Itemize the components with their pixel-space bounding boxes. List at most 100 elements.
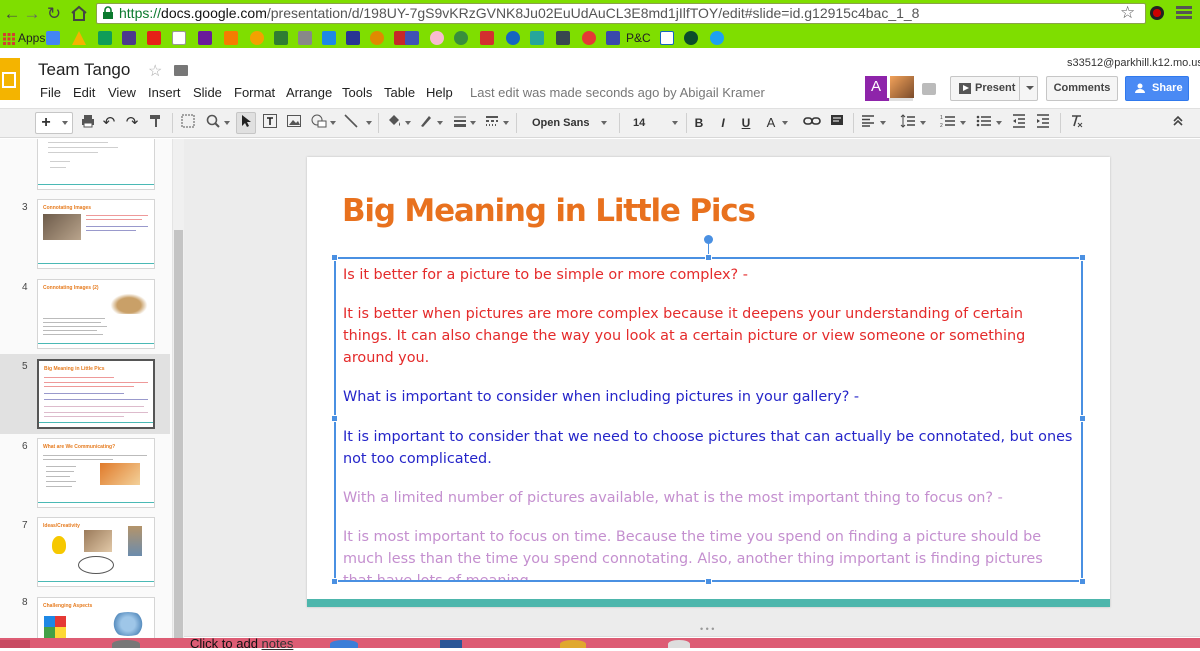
bitmoji-bookmark-icon[interactable] (370, 31, 384, 45)
menu-edit[interactable]: Edit (73, 85, 95, 100)
mp3-bookmark-icon[interactable] (298, 31, 312, 45)
taskbar-windows-icon[interactable] (440, 640, 462, 648)
notes-resize-grip[interactable]: • • • (700, 624, 714, 634)
resize-handle-top[interactable] (705, 254, 712, 261)
forward-arrow-icon[interactable]: → (22, 4, 42, 24)
line-spacing-dropdown-icon[interactable] (920, 121, 926, 125)
bold-button[interactable]: B (692, 114, 706, 132)
bookmark-star-icon[interactable]: ☆ (1120, 3, 1135, 23)
address-bar[interactable]: https://docs.google.com/presentation/d/1… (96, 3, 1146, 24)
pc-bookmark-label[interactable]: P&C (626, 31, 651, 45)
border-weight-icon[interactable] (452, 114, 468, 132)
folder-icon[interactable] (174, 65, 188, 76)
menu-insert[interactable]: Insert (148, 85, 181, 100)
font-family-dropdown-icon[interactable] (601, 121, 607, 125)
collaborator-avatar[interactable]: A (865, 76, 887, 98)
resize-handle-top-left[interactable] (331, 254, 338, 261)
paint-format-icon[interactable] (148, 114, 164, 132)
redo-icon[interactable]: ↷ (124, 114, 140, 132)
app-bookmark-icon[interactable] (198, 31, 212, 45)
docs-bookmark-icon[interactable] (405, 31, 419, 45)
underline-button[interactable]: U (739, 114, 753, 132)
kahoot-bookmark-icon[interactable] (322, 31, 336, 45)
bulleted-list-icon[interactable] (976, 114, 992, 132)
globe-bookmark-icon[interactable] (454, 31, 468, 45)
youtube-bookmark-icon[interactable] (147, 31, 161, 45)
home-icon[interactable] (70, 5, 88, 21)
slide-thumbnail-7[interactable]: Ideas/Creativity (37, 517, 155, 587)
print-icon[interactable] (80, 114, 96, 132)
star-icon[interactable]: ☆ (148, 61, 162, 81)
p-bookmark-icon[interactable] (346, 31, 360, 45)
sun-bookmark-icon[interactable] (250, 31, 264, 45)
present-button[interactable]: Present (950, 76, 1038, 101)
slide-thumbnail-2[interactable] (37, 139, 155, 190)
collapse-toolbar-icon[interactable] (1170, 114, 1186, 132)
slide-paragraph-question-3[interactable]: With a limited number of pictures availa… (343, 487, 1073, 509)
classroom-bookmark-icon[interactable] (98, 31, 112, 45)
reload-icon[interactable]: ↻ (44, 4, 64, 24)
slide-thumbnail-6[interactable]: What are We Communicating? (37, 438, 155, 508)
align-icon[interactable] (860, 114, 876, 132)
comment-icon[interactable] (829, 114, 845, 132)
resize-handle-right[interactable] (1079, 415, 1086, 422)
people-bookmark-icon[interactable] (122, 31, 136, 45)
ixl-bookmark-icon[interactable] (172, 31, 186, 45)
fill-color-icon[interactable] (386, 114, 402, 132)
apps-bookmark-label[interactable]: Apps (18, 31, 45, 45)
molecule-bookmark-icon[interactable] (530, 31, 544, 45)
mail-bookmark-icon[interactable] (274, 31, 288, 45)
menu-arrange[interactable]: Arrange (286, 85, 332, 100)
border-dash-dropdown-icon[interactable] (503, 121, 509, 125)
clear-formatting-icon[interactable] (1068, 114, 1084, 132)
slide-paragraph-question-1[interactable]: Is it better for a picture to be simple … (343, 264, 1073, 286)
zoom-icon[interactable] (205, 114, 221, 132)
line-spacing-icon[interactable] (900, 114, 916, 132)
notes-link[interactable]: notes (262, 636, 294, 651)
resize-handle-bottom[interactable] (705, 578, 712, 585)
building-bookmark-icon[interactable] (556, 31, 570, 45)
pinball-bookmark-icon[interactable] (582, 31, 596, 45)
align-dropdown-icon[interactable] (880, 121, 886, 125)
bulleted-list-dropdown-icon[interactable] (996, 121, 1002, 125)
slide-title[interactable]: Big Meaning in Little Pics (342, 193, 756, 229)
shape-dropdown-icon[interactable] (330, 121, 336, 125)
zoom-fit-icon[interactable] (180, 114, 196, 132)
slide-paragraph-answer-2[interactable]: It is important to consider that we need… (343, 426, 1073, 470)
numbered-list-icon[interactable]: 12 (940, 114, 956, 132)
resize-handle-bottom-left[interactable] (331, 578, 338, 585)
increase-indent-icon[interactable] (1035, 114, 1051, 132)
menu-slide[interactable]: Slide (193, 85, 222, 100)
last-edit-status[interactable]: Last edit was made seconds ago by Abigai… (470, 85, 765, 100)
resize-handle-top-right[interactable] (1079, 254, 1086, 261)
menu-format[interactable]: Format (234, 85, 275, 100)
image-icon[interactable] (286, 114, 302, 132)
taskbar-clock-icon[interactable] (668, 640, 690, 648)
font-size-dropdown-icon[interactable] (672, 121, 678, 125)
border-dash-icon[interactable] (484, 114, 500, 132)
share-button[interactable]: Share (1125, 76, 1189, 101)
slide-paragraph-question-2[interactable]: What is important to consider when inclu… (343, 386, 1073, 408)
zoom-dropdown-icon[interactable] (224, 121, 230, 125)
line-dropdown-icon[interactable] (366, 121, 372, 125)
border-color-dropdown-icon[interactable] (437, 121, 443, 125)
text-color-button[interactable]: A (764, 114, 778, 132)
numbered-list-dropdown-icon[interactable] (960, 121, 966, 125)
chat-icon[interactable] (922, 83, 936, 95)
slides-logo-icon[interactable] (0, 58, 20, 100)
link-icon[interactable] (803, 114, 821, 132)
resize-handle-left[interactable] (331, 415, 338, 422)
fill-dropdown-icon[interactable] (405, 121, 411, 125)
text-box-icon[interactable] (262, 114, 278, 132)
border-weight-dropdown-icon[interactable] (470, 121, 476, 125)
slide-thumbnail-5[interactable]: Big Meaning in Little Pics (37, 359, 155, 429)
decrease-indent-icon[interactable] (1011, 114, 1027, 132)
sprout-bookmark-icon[interactable] (684, 31, 698, 45)
flower-bookmark-icon[interactable] (430, 31, 444, 45)
slide-thumbnail-4[interactable]: Connotating Images (2) (37, 279, 155, 349)
menu-view[interactable]: View (108, 85, 136, 100)
italic-button[interactable]: I (716, 114, 730, 132)
slide-paragraph-answer-3[interactable]: It is most important to focus on time. B… (343, 526, 1073, 580)
menu-help[interactable]: Help (426, 85, 453, 100)
comments-button[interactable]: Comments (1046, 76, 1118, 101)
